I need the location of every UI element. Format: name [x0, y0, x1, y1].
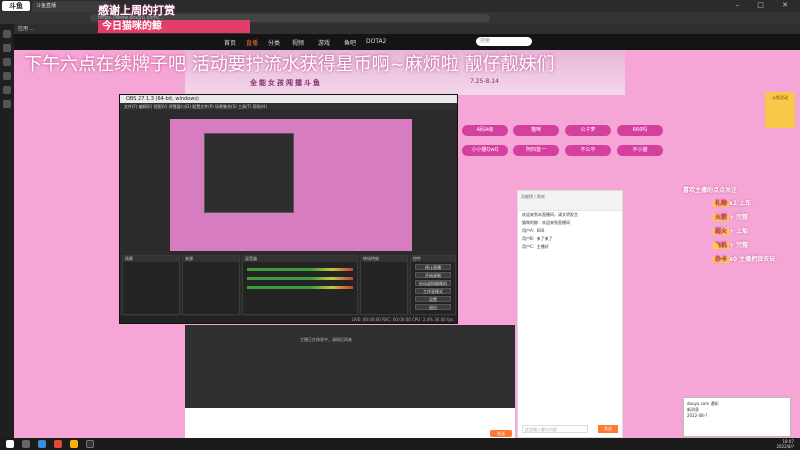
chat-panel: 贡献榜 / 贵宾 欢迎来到本直播间，请文明发言 猫咪的鲸：欢迎来到直播间 用户A… [517, 190, 623, 438]
tag-pill[interactable]: 小小猫QwQ [462, 145, 508, 156]
studio-mode-button[interactable]: 工作室模式 [415, 288, 451, 294]
overlay-red-box: 今日猫咪的鲸 [98, 20, 250, 33]
start-icon[interactable] [6, 440, 14, 448]
obs-window: OBS 27.1.3 (64-bit, windows) 文件(F) 编辑(E)… [119, 94, 458, 324]
douyu-logo[interactable]: 斗鱼 [2, 1, 30, 11]
nav-game[interactable]: 游戏 [318, 38, 330, 47]
window-controls[interactable]: – □ ✕ [736, 1, 796, 9]
obs-preview [170, 119, 412, 251]
notice-text: x2 上车 [729, 200, 752, 207]
obs-mixer-panel: 混音器 [242, 255, 358, 315]
home-icon[interactable] [3, 30, 11, 38]
nav-video[interactable]: 视频 [292, 38, 304, 47]
exit-button[interactable]: 退出 [415, 304, 451, 310]
notice-text: x0 主播把我去玩 [729, 256, 776, 263]
nav-live[interactable]: 直播 [246, 38, 258, 47]
game-icon[interactable] [3, 72, 11, 80]
chat-header[interactable]: 贡献榜 / 贵宾 [518, 191, 622, 211]
event-ad[interactable]: 斗鱼活动 [765, 92, 795, 128]
nav-dota2[interactable]: DOTA2 [366, 38, 386, 45]
obs-scenes-header: 场景 [123, 256, 179, 262]
tag-pill[interactable]: 猫咪 [513, 125, 559, 136]
notice-row: 飞机 + 完整 [713, 240, 748, 249]
tag-pill[interactable]: 阿四首一 [513, 145, 559, 156]
start-recording-button[interactable]: 开始录制 [415, 272, 451, 278]
gift-bar [185, 408, 515, 438]
notice-tag: 飞机 [713, 242, 730, 249]
tag-pill[interactable]: 666吗 [617, 125, 663, 136]
player-status-text: 主播正在休息中，请稍后再来 [300, 337, 352, 342]
obs-menubar[interactable]: 文件(F) 编辑(E) 视图(V) 停靠窗口(D) 配置文件(P) 场景集合(S… [120, 103, 457, 110]
stop-streaming-button[interactable]: 停止直播 [415, 264, 451, 270]
overlay-marquee: 下午六点在续牌子吧 活动要拧流水获得星币啊~麻烦啦 靓仔靓妹们 [24, 54, 555, 75]
obs-transitions-panel: 转场特效 [360, 255, 408, 315]
notice-tag: 办卡 [713, 256, 730, 263]
notice-tag: 火箭 [713, 214, 730, 221]
chat-input[interactable]: 这里输入聊天内容 [522, 425, 588, 433]
chat-send-button[interactable]: 发送 [598, 425, 618, 433]
notice-text: + 完整 [729, 214, 749, 221]
overlay-thanks-text: 感谢上周的打赏 [98, 4, 175, 17]
settings-button[interactable]: 设置 [415, 296, 451, 302]
virtual-camera-button[interactable]: 启动虚拟摄像机 [415, 280, 451, 286]
chat-message: 欢迎来到本直播间，请文明发言 [522, 212, 578, 217]
notice-tag: 超火 [713, 228, 730, 235]
chat-message: 用户B：来了来了 [522, 236, 553, 241]
taskbar-clock[interactable]: 18:07 2022/8/? [776, 439, 794, 449]
history-icon[interactable] [3, 58, 11, 66]
video-icon[interactable] [3, 86, 11, 94]
follow-icon[interactable] [3, 44, 11, 52]
taskbar: 18:07 2022/8/? [0, 438, 800, 450]
popup-time: 2022-08-? [687, 413, 708, 418]
obs-icon[interactable] [86, 440, 94, 448]
site-nav: 首页 直播 分类 视频 游戏 鱼吧 DOTA2 搜索 [14, 34, 800, 50]
tag-pill[interactable]: 不小猫 [617, 145, 663, 156]
search-input[interactable]: 搜索 [476, 37, 532, 46]
notice-text: + 完整 [729, 242, 749, 249]
obs-controls-panel: 控件 停止直播 开始录制 启动虚拟摄像机 工作室模式 设置 退出 [410, 255, 456, 315]
chrome-icon[interactable] [54, 440, 62, 448]
chat-message: 猫咪的鲸：欢迎来到直播间 [522, 220, 570, 225]
settings-icon[interactable] [3, 100, 11, 108]
chat-message: 用户C：主播好 [522, 244, 549, 249]
notice-row: 超火 + 上船 [713, 226, 748, 235]
banner-title: 全能女孩闯擂斗鱼 [250, 79, 322, 87]
obs-statusbar: LIVE: 00:00:00 REC: 00:00:00 CPU: 2.4% 3… [120, 316, 457, 323]
chat-message: 用户A：666 [522, 228, 545, 233]
clock-date: 2022/8/? [776, 444, 794, 449]
nav-yuba[interactable]: 鱼吧 [344, 38, 356, 47]
audio-meter[interactable] [247, 277, 353, 280]
nav-home[interactable]: 首页 [224, 38, 236, 47]
app-icon[interactable] [70, 440, 78, 448]
overlay-notice-title: 喜欢主播的点点关注 [683, 187, 738, 194]
notice-tag: 礼物 [713, 200, 730, 207]
notice-row: 礼物 x2 上车 [713, 198, 751, 207]
obs-mixer-header: 混音器 [243, 256, 357, 262]
nav-category[interactable]: 分类 [268, 38, 280, 47]
obs-titlebar[interactable]: OBS 27.1.3 (64-bit, windows) [120, 95, 457, 103]
notice-text: + 上船 [729, 228, 749, 235]
audio-meter[interactable] [247, 286, 353, 289]
obs-sources-header: 来源 [183, 256, 239, 262]
search-icon[interactable] [22, 440, 30, 448]
obs-sources-panel: 来源 [182, 255, 240, 315]
notice-row: 办卡 x0 主播把我去玩 [713, 254, 775, 263]
notification-popup[interactable]: douyu.com 通知 新消息 2022-08-? [683, 397, 791, 437]
obs-preview-nested-window [204, 133, 294, 213]
tag-pill[interactable]: 公子萝 [565, 125, 611, 136]
obs-controls-header: 控件 [411, 256, 455, 262]
danmu-send-button[interactable]: 发送 [490, 430, 512, 437]
tag-pill[interactable]: 不公平 [565, 145, 611, 156]
obs-transitions-header: 转场特效 [361, 256, 407, 262]
notice-row: 火箭 + 完整 [713, 212, 748, 221]
audio-meter[interactable] [247, 268, 353, 271]
left-sidebar [0, 24, 14, 438]
obs-scenes-panel: 场景 [122, 255, 180, 315]
banner-date: 7.25-8.14 [470, 78, 499, 85]
tag-pill[interactable]: A码A级 [462, 125, 508, 136]
explorer-icon[interactable] [38, 440, 46, 448]
